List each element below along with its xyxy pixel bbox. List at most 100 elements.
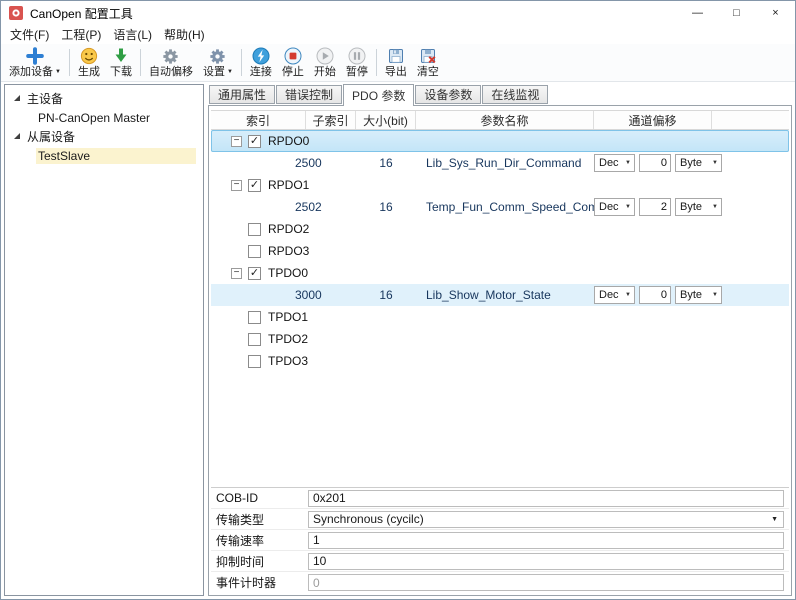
tree-expanded-icon[interactable] [14,133,20,139]
unit-select-value: Byte [680,201,702,213]
pdo-enable-checkbox[interactable] [248,223,261,236]
format-select[interactable]: Dec▼ [594,198,635,216]
offset-input[interactable] [639,154,671,172]
dropdown-arrow-icon: ▼ [622,292,634,298]
close-button[interactable]: × [756,1,795,25]
start-button: 开始 [309,45,341,80]
pdo-enable-checkbox[interactable] [248,355,261,368]
toolbar-button-label: 生成 [78,66,100,79]
unit-select[interactable]: Byte▼ [675,286,722,304]
pdo-enable-checkbox[interactable] [248,333,261,346]
unit-select[interactable]: Byte▼ [675,198,722,216]
maximize-button[interactable]: □ [717,1,756,25]
toolbar-button-label-row: 生成 [78,66,100,79]
form-row-transmission-rate: 传输速率 [211,530,789,551]
pdo-enable-checkbox[interactable]: ✓ [248,267,261,280]
tree-group-slave-devices[interactable]: 从属设备 [5,127,203,146]
column-header: 通道偏移 [594,111,712,129]
pdo-group-label: RPDO3 [268,244,309,258]
add-device-button[interactable]: 添加设备▼ [4,45,66,80]
format-select[interactable]: Dec▼ [594,286,635,304]
pdo-param-row: 250216Temp_Fun_Comm_Speed_CommDec▼Byte▼ [211,196,789,218]
expander-spacer [231,312,242,323]
inhibit-time-label: 抑制时间 [216,553,308,570]
pdo-enable-checkbox[interactable] [248,245,261,258]
auto-offset-button[interactable]: 自动偏移 [144,45,198,80]
menu-file[interactable]: 文件(F) [4,25,55,44]
dropdown-arrow-icon: ▼ [771,516,778,523]
event-timer-control [308,574,784,591]
collapse-box-icon[interactable]: − [231,136,242,147]
pdo-group-row: −✓TPDO0 [211,262,789,284]
pdo-group-row: TPDO2 [211,328,789,350]
transmission-type-label: 传输类型 [216,511,308,528]
toolbar-button-label-row: 停止 [282,66,304,79]
export-icon [386,46,406,66]
add-device-icon [25,46,45,66]
menu-help[interactable]: 帮助(H) [158,25,211,44]
toolbar-button-label: 连接 [250,66,272,79]
clear-button[interactable]: 清空 [412,45,444,80]
cob-id-label: COB-ID [216,491,308,505]
cob-id-control [308,490,784,507]
connect-button[interactable]: 连接 [245,45,277,80]
tab-device-parameters[interactable]: 设备参数 [415,85,481,104]
transmission-rate-label: 传输速率 [216,532,308,549]
cob-id-input[interactable] [308,490,784,507]
pdo-group-row: RPDO2 [211,218,789,240]
collapse-box-icon[interactable]: − [231,180,242,191]
unit-select[interactable]: Byte▼ [675,154,722,172]
tab-error-control[interactable]: 错误控制 [276,85,342,104]
offset-input[interactable] [639,198,671,216]
tab-online-monitor[interactable]: 在线监视 [482,85,548,104]
pdo-enable-checkbox[interactable] [248,311,261,324]
check-icon: ✓ [250,180,259,191]
window-controls: — □ × [678,1,795,25]
expander-spacer [231,356,242,367]
stop-button[interactable]: 停止 [277,45,309,80]
toolbar-button-label-row: 连接 [250,66,272,79]
tree-item-testslave[interactable]: TestSlave [5,146,203,165]
pdo-enable-checkbox[interactable]: ✓ [248,135,261,148]
menu-project[interactable]: 工程(P) [55,25,107,44]
event-timer-label: 事件计时器 [216,574,308,591]
toolbar-separator [376,49,377,76]
tab-general-properties[interactable]: 通用属性 [209,85,275,104]
format-select[interactable]: Dec▼ [594,154,635,172]
stop-icon [283,46,303,66]
device-tree: 主设备PN-CanOpen Master从属设备TestSlave [4,84,204,596]
tab-bar: 通用属性错误控制PDO 参数设备参数在线监视 [208,84,792,106]
minimize-button[interactable]: — [678,1,717,25]
tab-pdo-parameters[interactable]: PDO 参数 [343,84,414,106]
tree-item-pn-canopen-master[interactable]: PN-CanOpen Master [5,108,203,127]
toolbar-button-label-row: 自动偏移 [149,66,193,79]
pdo-enable-checkbox[interactable]: ✓ [248,179,261,192]
expander-spacer [231,334,242,345]
tree-expanded-icon[interactable] [14,95,20,101]
pdo-group-label: RPDO2 [268,222,309,236]
form-row-inhibit-time: 抑制时间 [211,551,789,572]
unit-select-value: Byte [680,157,702,169]
menu-language[interactable]: 语言(L) [107,25,158,44]
connect-icon [251,46,271,66]
collapse-box-icon[interactable]: − [231,268,242,279]
transmission-type-control: Synchronous (cycilc)▼ [308,511,784,528]
offset-input[interactable] [639,286,671,304]
toolbar-button-label-row: 下载 [110,66,132,79]
settings-button[interactable]: 设置▼ [198,45,238,80]
titlebar[interactable]: CanOpen 配置工具 — □ × [1,1,795,25]
toolbar-separator [241,49,242,76]
generate-button[interactable]: 生成 [73,45,105,80]
download-button[interactable]: 下载 [105,45,137,80]
transmission-rate-input[interactable] [308,532,784,549]
toolbar-button-label: 设置 [203,66,225,79]
toolbar-separator [140,49,141,76]
export-button[interactable]: 导出 [380,45,412,80]
tree-group-master-devices[interactable]: 主设备 [5,89,203,108]
transmission-type-select[interactable]: Synchronous (cycilc)▼ [308,511,784,528]
pdo-table-body: −✓RPDO0250016Lib_Sys_Run_Dir_CommandDec▼… [211,130,789,487]
generate-icon [79,46,99,66]
inhibit-time-input[interactable] [308,553,784,570]
column-header-filler [712,111,789,129]
column-header: 参数名称 [416,111,594,129]
